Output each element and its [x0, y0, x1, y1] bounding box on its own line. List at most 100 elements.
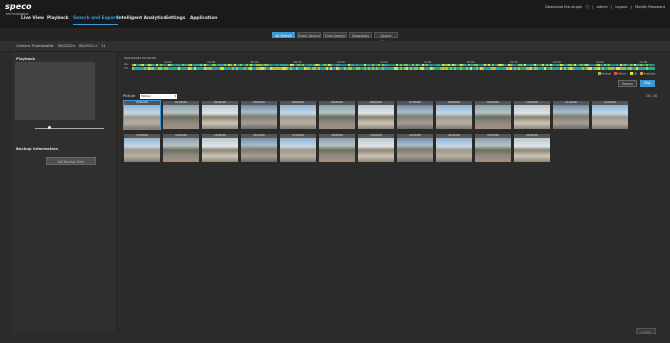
divider: | [592, 5, 594, 9]
thumbnail-image [436, 104, 472, 129]
crumb-sep: > [95, 44, 99, 48]
legend-item: Normal [598, 72, 611, 75]
logout-link[interactable]: Logout [615, 5, 627, 9]
thumbnail-image [163, 137, 199, 162]
thumbnail-image [358, 137, 394, 162]
sub-tab-bar: All Search Event Search Time Search Snap… [0, 28, 670, 44]
legend-label: Analytics [643, 72, 656, 76]
timeline[interactable]: 06/19/2022 00:00:00 02:00 04:00 06:00 08:00… [122, 56, 658, 87]
tab-time-search[interactable]: Time Search [323, 32, 347, 38]
play-button[interactable]: Play [640, 80, 655, 87]
thumbnail[interactable]: 00:00:00 [123, 100, 161, 130]
thumbnail-image [397, 104, 433, 129]
thumbnail-image [241, 104, 277, 129]
left-panel: Playback Backup Information Set Backup T… [12, 52, 117, 332]
thumbnail-image [358, 104, 394, 129]
crumb-sep: > [73, 44, 77, 48]
divider: | [610, 5, 613, 9]
playback-slider-knob[interactable] [48, 126, 51, 129]
playback-preview [15, 62, 95, 120]
thumbnail[interactable]: 20:00:00 [397, 134, 433, 162]
thumbnail[interactable]: 14:00:00 [163, 134, 199, 162]
thumbnail[interactable]: 21:00:00 [436, 134, 472, 162]
picture-type-select[interactable]: Motion ▾ [140, 93, 177, 99]
thumbnail[interactable]: 03:00:00 [241, 101, 277, 129]
nav-application[interactable]: Application [190, 16, 217, 24]
download-plugin-link[interactable]: Download the plugin [545, 5, 582, 9]
modify-password-link[interactable]: Modify Password [635, 5, 665, 9]
thumbnail[interactable]: 01:00:00 [163, 101, 199, 129]
thumbnail[interactable]: 04:00:00 [280, 101, 316, 129]
crumb-month[interactable]: 08/2022 [58, 44, 73, 48]
thumbnail[interactable]: 15:00:00 [202, 134, 238, 162]
thumbnail-image [163, 104, 199, 129]
picture-label: Picture [123, 94, 136, 98]
tab-export-status[interactable]: Export Status [374, 32, 398, 44]
timeline-event-bar[interactable] [132, 67, 655, 70]
nav-playback[interactable]: Playback [47, 16, 69, 24]
thumbnail-image [475, 137, 511, 162]
breadcrumb: Camera Thumbnails > 08/2022 > 06/2022 > … [0, 41, 670, 52]
top-links: Download the plugin ⓘ | admin | Logout |… [543, 5, 665, 10]
playback-title: Playback [16, 56, 36, 61]
top-bar: speco technologies Download the plugin ⓘ… [0, 0, 670, 28]
thumbnail-image [124, 137, 160, 162]
tab-snapshots[interactable]: Snapshots [349, 32, 372, 38]
legend-item: I/O [630, 72, 637, 75]
thumbnail[interactable]: 12:00:00 [592, 101, 628, 129]
timeline-row-label: Rec [124, 63, 129, 66]
tab-event-search[interactable]: Event Search [297, 32, 321, 38]
nav-settings[interactable]: Settings [165, 16, 185, 24]
thumbnail[interactable]: 13:00:00 [124, 134, 160, 162]
crumb-hour: 11 [101, 44, 106, 48]
timeline-record-bar[interactable] [132, 63, 655, 66]
thumbnail-image [202, 137, 238, 162]
legend-label: I/O [633, 72, 638, 76]
chevron-down-icon: ▾ [174, 93, 176, 98]
legend-label: Normal [601, 72, 611, 76]
divider: | [630, 5, 632, 9]
thumbnail-image [319, 137, 355, 162]
crumb-camera-thumbnails[interactable]: Camera Thumbnails [16, 44, 52, 48]
thumbnail-image [280, 137, 316, 162]
picture-count: 28 / 28 [645, 94, 657, 98]
nav-live-view[interactable]: Live View [21, 16, 44, 24]
nav-search-export[interactable]: Search and Export [73, 16, 118, 25]
thumbnail[interactable]: 23:00:00 [514, 134, 550, 162]
thumbnail-image [475, 104, 511, 129]
thumbnail[interactable]: 07:00:00 [397, 101, 433, 129]
thumbnail[interactable]: 22:00:00 [475, 134, 511, 162]
thumbnail-image [280, 104, 316, 129]
thumbnail-image [553, 104, 589, 129]
timeline-row-label: Evt [124, 67, 129, 70]
thumbnail[interactable]: 08:00:00 [436, 101, 472, 129]
thumbnail-image [514, 137, 550, 162]
thumbnail[interactable]: 09:00:00 [475, 101, 511, 129]
thumbnail[interactable]: 10:00:00 [514, 101, 550, 129]
set-backup-time-button[interactable]: Set Backup Time [46, 157, 96, 165]
user-name: admin [596, 5, 608, 9]
thumbnail-image [397, 137, 433, 162]
crumb-day[interactable]: 06/2022 [79, 44, 94, 48]
thumbnail[interactable]: 16:00:00 [241, 134, 277, 162]
export-button[interactable]: Export [636, 328, 656, 334]
thumbnail-image [202, 104, 238, 129]
thumbnail[interactable]: 06:00:00 [358, 101, 394, 129]
thumbnail-image [319, 104, 355, 129]
nav-intelligent-analytics[interactable]: Intelligent Analytics [117, 16, 166, 24]
thumbnail-image [436, 137, 472, 162]
thumbnail[interactable]: 18:00:00 [319, 134, 355, 162]
thumbnail[interactable]: 05:00:00 [319, 101, 355, 129]
search-button[interactable]: Search [618, 80, 637, 87]
playback-slider-track[interactable] [35, 128, 104, 129]
thumbnail-image [514, 104, 550, 129]
thumbnail[interactable]: 17:00:00 [280, 134, 316, 162]
thumbnail-image [241, 137, 277, 162]
help-icon[interactable]: ⓘ [585, 5, 589, 9]
thumbnail[interactable]: 19:00:00 [358, 134, 394, 162]
tab-all-search[interactable]: All Search [272, 32, 295, 38]
thumbnail[interactable]: 02:00:00 [202, 101, 238, 129]
picture-type-value: Motion [141, 93, 152, 98]
logo: speco technologies [5, 2, 32, 16]
thumbnail[interactable]: 11:00:00 [553, 101, 589, 129]
